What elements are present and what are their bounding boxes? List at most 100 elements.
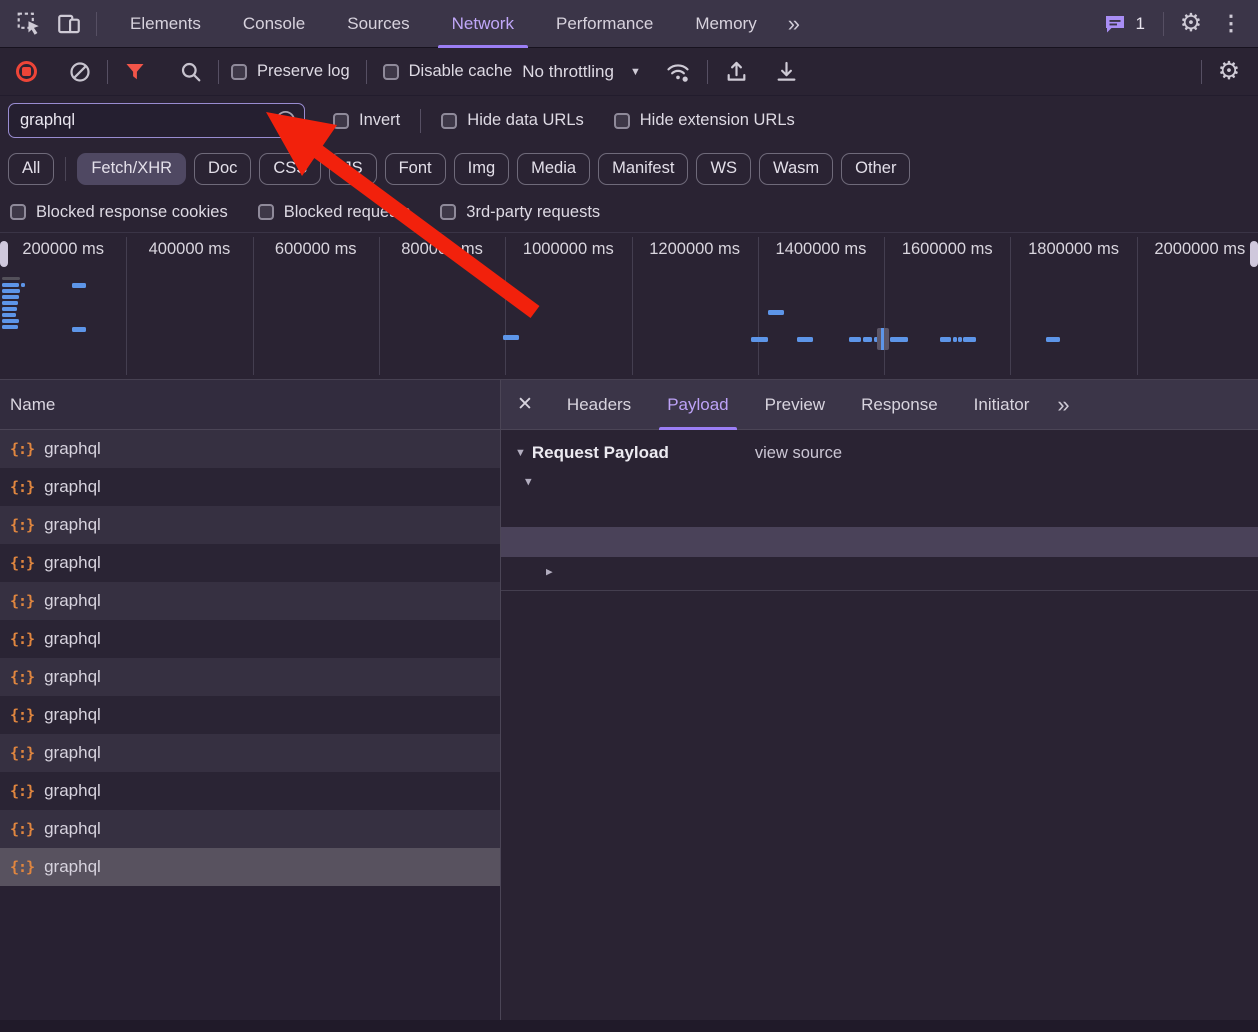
- request-row[interactable]: {:}graphql: [0, 620, 500, 658]
- request-bar: [2, 325, 18, 329]
- tab-console[interactable]: Console: [222, 0, 326, 48]
- filter-chip-fetch-xhr[interactable]: Fetch/XHR: [77, 153, 186, 185]
- timeline-overview[interactable]: 200000 ms400000 ms600000 ms800000 ms1000…: [0, 232, 1258, 380]
- timeline-tick-label: 1200000 ms: [632, 240, 758, 259]
- request-row[interactable]: {:}graphql: [0, 810, 500, 848]
- type-chips: All Fetch/XHRDocCSSJS FontImgMediaManifest…: [0, 145, 1258, 192]
- checkbox-box[interactable]: [231, 64, 247, 80]
- filter-funnel-icon[interactable]: [120, 57, 150, 87]
- view-source-link[interactable]: view source: [755, 444, 842, 463]
- payload-row-variables[interactable]: ▶variables: {accountTag: "b12e3b2192ee55…: [501, 557, 1258, 587]
- option-blocked-response-cookies-checkbox[interactable]: Blocked response cookies: [10, 203, 228, 222]
- checkbox-box[interactable]: [441, 113, 457, 129]
- tab-performance[interactable]: Performance: [535, 0, 674, 48]
- network-split-view: Name {:}graphql{:}graphql{:}graphql{:}gr…: [0, 380, 1258, 1020]
- payload-row-operationname[interactable]: operationName: "ipFlowTimeseries": [501, 497, 1258, 527]
- timeline-tick-label: 800000 ms: [379, 240, 505, 259]
- filter-chip-all[interactable]: All: [8, 153, 54, 185]
- payload-row-query-selected[interactable]: query: "query ipFlowTimeseries($accountT…: [501, 527, 1258, 557]
- tab-memory[interactable]: Memory: [674, 0, 777, 48]
- request-row[interactable]: {:}graphql: [0, 772, 500, 810]
- preserve-log-checkbox[interactable]: Preserve log: [231, 62, 350, 81]
- checkbox-box[interactable]: [383, 64, 399, 80]
- option-label: Blocked requests: [284, 203, 411, 222]
- filter-chip-ws[interactable]: WS: [696, 153, 751, 185]
- divider: [501, 590, 1258, 591]
- option-3rd-party-requests-checkbox[interactable]: 3rd-party requests: [440, 203, 600, 222]
- options-row: Blocked response cookies Blocked requests…: [0, 192, 1258, 232]
- details-tab-response[interactable]: Response: [843, 380, 956, 430]
- checkbox-box[interactable]: [10, 204, 26, 220]
- settings-gear-icon[interactable]: ⚙: [1176, 9, 1206, 39]
- filter-chip-img[interactable]: Img: [454, 153, 510, 185]
- tab-sources[interactable]: Sources: [326, 0, 430, 48]
- details-tab-headers[interactable]: Headers: [549, 380, 649, 430]
- request-row[interactable]: {:}graphql: [0, 848, 500, 886]
- filter-chip-css[interactable]: CSS: [259, 153, 321, 185]
- request-row[interactable]: {:}graphql: [0, 506, 500, 544]
- request-bar: [72, 283, 86, 288]
- checkbox-box[interactable]: [258, 204, 274, 220]
- filter-chip-doc[interactable]: Doc: [194, 153, 251, 185]
- device-toolbar-icon[interactable]: [54, 9, 84, 39]
- hide-data-urls-checkbox[interactable]: Hide data URLs: [441, 111, 583, 130]
- timeline-right-handle[interactable]: [1250, 241, 1258, 267]
- request-bar: [2, 277, 20, 280]
- tab-network[interactable]: Network: [431, 0, 535, 48]
- selected-request-marker: [877, 328, 889, 350]
- devtools-window: ElementsConsoleSourcesNetworkPerformance…: [0, 0, 1258, 1032]
- request-row[interactable]: {:}graphql: [0, 734, 500, 772]
- request-name: graphql: [44, 477, 101, 497]
- checkbox-box[interactable]: [440, 204, 456, 220]
- more-panels-icon[interactable]: »: [788, 11, 800, 37]
- filter-chip-js[interactable]: JS: [329, 153, 376, 185]
- more-menu-icon[interactable]: ⋮: [1216, 9, 1246, 39]
- issues-count[interactable]: 1: [1136, 14, 1145, 34]
- fetch-xhr-icon: {:}: [10, 782, 34, 800]
- filter-chip-wasm[interactable]: Wasm: [759, 153, 833, 185]
- request-row[interactable]: {:}graphql: [0, 544, 500, 582]
- request-name: graphql: [44, 553, 101, 573]
- details-tab-preview[interactable]: Preview: [747, 380, 843, 430]
- filter-chip-other[interactable]: Other: [841, 153, 910, 185]
- timeline-left-handle[interactable]: [0, 241, 8, 267]
- name-column-header[interactable]: Name: [0, 380, 500, 430]
- search-icon[interactable]: [176, 57, 206, 87]
- devtools-tabbar: ElementsConsoleSourcesNetworkPerformance…: [0, 0, 1258, 48]
- details-tab-initiator[interactable]: Initiator: [956, 380, 1048, 430]
- tab-elements[interactable]: Elements: [109, 0, 222, 48]
- network-settings-gear-icon[interactable]: ⚙: [1214, 57, 1244, 87]
- disable-cache-checkbox[interactable]: Disable cache: [383, 62, 513, 81]
- inspect-element-icon[interactable]: [14, 9, 44, 39]
- request-row[interactable]: {:}graphql: [0, 696, 500, 734]
- option-blocked-requests-checkbox[interactable]: Blocked requests: [258, 203, 411, 222]
- import-har-icon[interactable]: [722, 57, 752, 87]
- checkbox-box[interactable]: [333, 113, 349, 129]
- close-icon[interactable]: ✕: [517, 393, 533, 416]
- clear-network-log-icon[interactable]: [65, 57, 95, 87]
- issues-message-icon[interactable]: [1100, 9, 1130, 39]
- request-name: graphql: [44, 705, 101, 725]
- request-name: graphql: [44, 819, 101, 839]
- filter-chip-media[interactable]: Media: [517, 153, 590, 185]
- network-conditions-icon[interactable]: [663, 57, 693, 87]
- checkbox-box[interactable]: [614, 113, 630, 129]
- request-row[interactable]: {:}graphql: [0, 582, 500, 620]
- export-har-icon[interactable]: [772, 57, 802, 87]
- record-network-log-button[interactable]: [16, 61, 37, 82]
- filter-chip-manifest[interactable]: Manifest: [598, 153, 688, 185]
- triangle-down-icon: ▼: [515, 447, 526, 459]
- filter-input[interactable]: graphql: [8, 103, 305, 138]
- request-row[interactable]: {:}graphql: [0, 430, 500, 468]
- filter-chip-font[interactable]: Font: [385, 153, 446, 185]
- more-tabs-icon[interactable]: »: [1057, 392, 1069, 418]
- request-row[interactable]: {:}graphql: [0, 468, 500, 506]
- hide-extension-urls-checkbox[interactable]: Hide extension URLs: [614, 111, 795, 130]
- request-row[interactable]: {:}graphql: [0, 658, 500, 696]
- throttling-dropdown[interactable]: No throttling ▼: [522, 62, 641, 82]
- clear-filter-icon[interactable]: [275, 110, 296, 131]
- invert-checkbox[interactable]: Invert: [333, 111, 400, 130]
- details-tab-payload[interactable]: Payload: [649, 380, 746, 430]
- request-payload-section[interactable]: ▼ Request Payload view source: [515, 443, 1258, 463]
- payload-preview-row[interactable]: ▼{operationName: "ipFlowTimeseries", var…: [501, 467, 1258, 497]
